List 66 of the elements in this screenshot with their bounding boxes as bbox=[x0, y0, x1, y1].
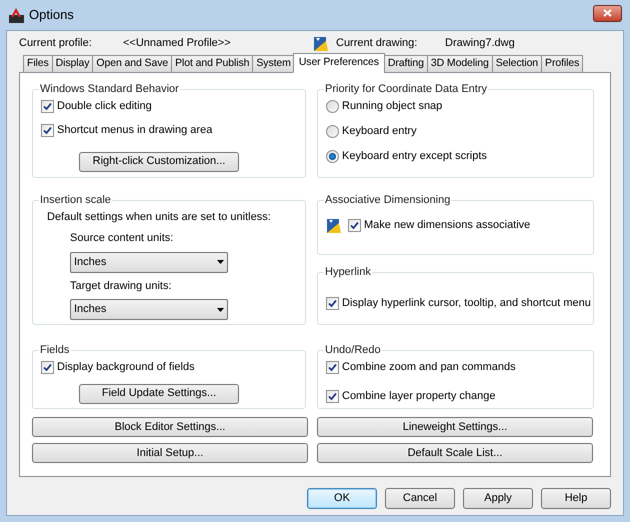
checkbox-label: Display hyperlink cursor, tooltip, and shortcut menu bbox=[342, 296, 591, 312]
caret-icon bbox=[217, 260, 224, 264]
caret-icon bbox=[217, 308, 224, 312]
group-title: Fields bbox=[39, 343, 70, 358]
profile-name: <<Unnamed Profile>> bbox=[123, 36, 232, 51]
checkbox[interactable] bbox=[41, 361, 54, 374]
checkbox[interactable] bbox=[326, 297, 339, 310]
profile-label: Current profile: bbox=[19, 36, 93, 51]
settings-button[interactable]: Lineweight Settings... bbox=[317, 417, 593, 437]
tab[interactable]: Selection bbox=[492, 55, 542, 73]
checkbox-label: Double click editing bbox=[57, 99, 152, 114]
checkbox-label: Combine layer property change bbox=[342, 389, 496, 404]
checkbox-label: Display background of fields bbox=[57, 360, 195, 376]
group-title: Priority for Coordinate Data Entry bbox=[324, 82, 488, 97]
group-title: Hyperlink bbox=[324, 265, 372, 280]
settings-button[interactable]: Initial Setup... bbox=[32, 443, 308, 463]
dialog-button[interactable]: OK bbox=[307, 488, 377, 509]
tab[interactable]: Profiles bbox=[541, 55, 584, 73]
window-title: Options bbox=[29, 6, 74, 24]
drawing-file-icon bbox=[326, 217, 342, 234]
dialog-button[interactable]: Apply bbox=[463, 488, 533, 509]
settings-button[interactable]: Field Update Settings... bbox=[79, 384, 239, 404]
group-title: Insertion scale bbox=[39, 193, 112, 208]
units-dropdown[interactable]: Inches bbox=[70, 252, 228, 272]
radio-button[interactable] bbox=[326, 100, 339, 113]
field-label: Source content units: bbox=[70, 231, 174, 246]
checkbox-label: Shortcut menus in drawing area bbox=[57, 123, 212, 138]
close-icon bbox=[603, 9, 612, 17]
radio-label: Keyboard entry bbox=[342, 124, 417, 140]
checkbox[interactable] bbox=[326, 361, 339, 374]
dialog-button[interactable]: Help bbox=[541, 488, 611, 509]
dialog-button[interactable]: Cancel bbox=[385, 488, 455, 509]
settings-button[interactable]: Block Editor Settings... bbox=[32, 417, 308, 437]
group-title: Associative Dimensioning bbox=[324, 193, 452, 208]
tab[interactable]: Plot and Publish bbox=[171, 55, 252, 73]
app-logo-icon bbox=[8, 6, 25, 24]
tab[interactable]: Display bbox=[52, 55, 92, 73]
group-title: Windows Standard Behavior bbox=[39, 82, 180, 97]
field-label: Target drawing units: bbox=[70, 278, 172, 294]
tab[interactable]: User Preferences bbox=[292, 53, 385, 73]
drawing-label: Current drawing: bbox=[336, 36, 418, 51]
description-text: Default settings when units are set to unitless: bbox=[47, 210, 271, 224]
checkbox[interactable] bbox=[326, 390, 339, 403]
tab[interactable]: Drafting bbox=[384, 55, 427, 73]
settings-button[interactable]: Right-click Customization... bbox=[79, 152, 239, 172]
units-dropdown[interactable]: Inches bbox=[70, 299, 228, 320]
group-title: Undo/Redo bbox=[324, 343, 382, 358]
radio-label: Keyboard entry except scripts bbox=[342, 149, 487, 164]
tab[interactable]: 3D Modeling bbox=[426, 55, 492, 73]
drawing-name: Drawing7.dwg bbox=[445, 36, 515, 51]
checkbox[interactable] bbox=[348, 219, 361, 232]
dropdown-value: Inches bbox=[74, 254, 106, 270]
checkbox-label: Make new dimensions associative bbox=[364, 218, 530, 234]
radio-button[interactable] bbox=[326, 150, 339, 163]
radio-button[interactable] bbox=[326, 125, 339, 138]
close-button[interactable] bbox=[593, 4, 622, 22]
tab[interactable]: Files bbox=[23, 55, 52, 73]
checkbox-label: Combine zoom and pan commands bbox=[342, 360, 516, 376]
checkbox[interactable] bbox=[41, 124, 54, 137]
dropdown-value: Inches bbox=[74, 302, 106, 318]
tab[interactable]: System bbox=[252, 55, 294, 73]
checkbox[interactable] bbox=[41, 100, 54, 113]
radio-label: Running object snap bbox=[342, 99, 442, 114]
tab[interactable]: Open and Save bbox=[92, 55, 172, 73]
settings-button[interactable]: Default Scale List... bbox=[317, 443, 593, 463]
drawing-file-icon bbox=[313, 34, 329, 52]
